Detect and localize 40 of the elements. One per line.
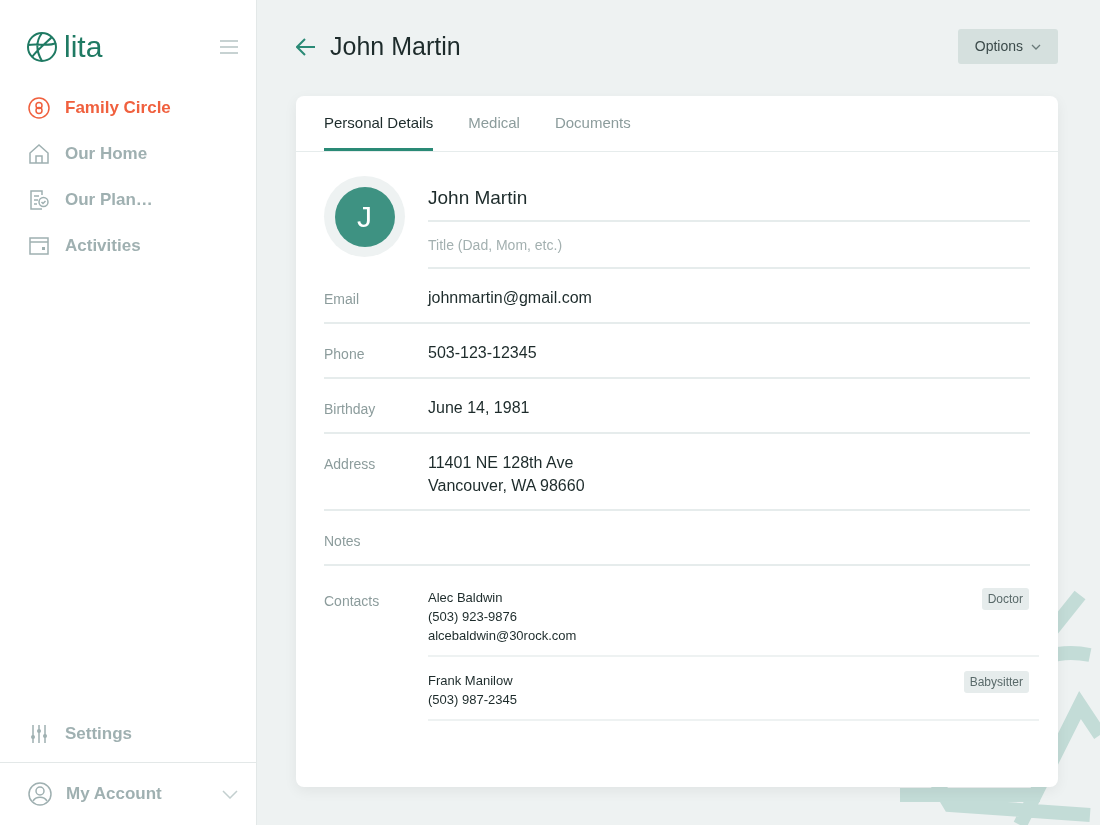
circle-icon [28, 97, 50, 119]
title-field[interactable]: Title (Dad, Mom, etc.) [428, 222, 1030, 269]
chevron-down-icon [1031, 43, 1041, 50]
name-field[interactable]: John Martin [428, 176, 1030, 222]
field-label: Address [324, 455, 377, 474]
sliders-icon [30, 725, 48, 743]
contact-details: Frank Manilow (503) 987-2345 [428, 672, 517, 709]
account-item[interactable]: My Account [28, 781, 222, 807]
field-value: 11401 NE 128th Ave Vancouver, WA 98660 [428, 453, 585, 496]
field-label: Phone [324, 345, 366, 364]
menu-icon[interactable] [220, 40, 238, 54]
contact-details: Alec Baldwin (503) 923-9876 alcebaldwin@30rock.com [428, 589, 577, 645]
contact-tag: Doctor [981, 588, 1029, 610]
user-icon [28, 782, 52, 806]
brand-name: lita [64, 32, 103, 62]
chevron-down-icon[interactable] [222, 789, 238, 799]
nav-item[interactable]: Family Circle [0, 85, 256, 131]
field-label: Email [324, 290, 360, 309]
tab[interactable]: Medical [468, 111, 520, 151]
field-value: June 14, 1981 [428, 398, 530, 418]
tab[interactable]: Documents [554, 111, 631, 151]
document-check-icon [28, 189, 50, 211]
field-label: Contacts [324, 592, 381, 611]
nav-item[interactable]: Activities [0, 223, 256, 269]
field-value: johnmartin@gmail.com [428, 288, 592, 308]
wallet-icon [28, 235, 50, 257]
field-value: 503-123-12345 [428, 343, 537, 363]
tab[interactable]: Personal Details [324, 111, 434, 151]
leaf-logo-icon [26, 31, 58, 63]
field-label: Notes [324, 532, 362, 551]
settings-item[interactable]: Settings [0, 706, 256, 762]
avatar: J [334, 186, 395, 247]
nav-item[interactable]: Our Home [0, 131, 256, 177]
nav-item[interactable]: Our Plan… [0, 177, 256, 223]
contact-tag: Babysitter [963, 671, 1029, 693]
back-arrow-icon[interactable] [296, 37, 316, 56]
page-title: John Martin [330, 30, 461, 62]
home-icon [28, 143, 50, 165]
field-label: Birthday [324, 400, 377, 419]
options-button[interactable]: Options [957, 29, 1058, 64]
